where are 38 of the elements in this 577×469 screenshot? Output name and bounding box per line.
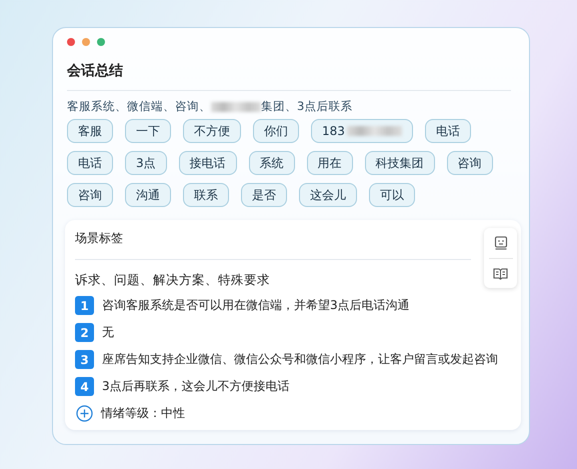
close-icon[interactable] [67, 38, 75, 46]
keyword-chip[interactable]: 3点 [125, 151, 167, 175]
keyword-chip[interactable]: 客服 [67, 119, 113, 143]
maximize-icon[interactable] [97, 38, 105, 46]
number-badge: 4 [75, 377, 94, 396]
keyword-chip[interactable]: 你们 [253, 119, 299, 143]
keyword-chip[interactable]: 用在 [306, 151, 353, 175]
window-title: 会话总结 [67, 62, 124, 80]
summary-item: 情绪等级：中性 [101, 405, 185, 422]
keyword-chip[interactable]: 这会儿 [299, 183, 357, 207]
keyword-chip[interactable]: 一下 [125, 119, 171, 143]
number-badge: 2 [75, 323, 94, 342]
keyword-text: 客服系统、微信端、咨询、 [67, 99, 211, 114]
keyword-chip[interactable]: 咨询 [67, 183, 113, 207]
keyword-chip[interactable]: 183 [311, 119, 413, 143]
keyword-chip[interactable]: 科技集团 [364, 151, 435, 175]
card-subtitle: 诉求、问题、解决方案、特殊要求 [75, 272, 270, 289]
keyword-chip[interactable]: 接电话 [178, 151, 237, 175]
keyword-chip[interactable]: 是否 [241, 183, 287, 207]
summary-item: 3点后再联系，这会儿不方便接电话 [102, 378, 290, 395]
keyword-text: 集团、3点后联系 [261, 99, 352, 114]
keyword-chip[interactable]: 咨询 [446, 151, 493, 175]
summary-item: 无 [102, 324, 114, 341]
keyword-chip[interactable]: 联系 [183, 183, 229, 207]
keyword-chip[interactable]: 不方便 [183, 119, 241, 143]
keyword-chip[interactable]: 沟通 [125, 183, 171, 207]
summary-item: 座席告知支持企业微信、微信公众号和微信小程序，让客户留言或发起咨询 [102, 351, 498, 368]
card-title: 场景标签 [75, 230, 123, 247]
keyword-chip[interactable]: 系统 [248, 151, 295, 175]
summary-item: 咨询客服系统是否可以用在微信端，并希望3点后电话沟通 [102, 297, 410, 314]
keyword-chip[interactable]: 电话 [424, 119, 471, 143]
number-badge: 3 [75, 350, 94, 369]
add-icon[interactable] [76, 405, 93, 422]
number-badge: 1 [75, 296, 94, 315]
keyword-chip[interactable]: 可以 [369, 183, 415, 207]
book-icon[interactable] [493, 267, 508, 280]
face-icon[interactable] [494, 236, 508, 250]
keyword-chip[interactable]: 电话 [67, 151, 113, 175]
